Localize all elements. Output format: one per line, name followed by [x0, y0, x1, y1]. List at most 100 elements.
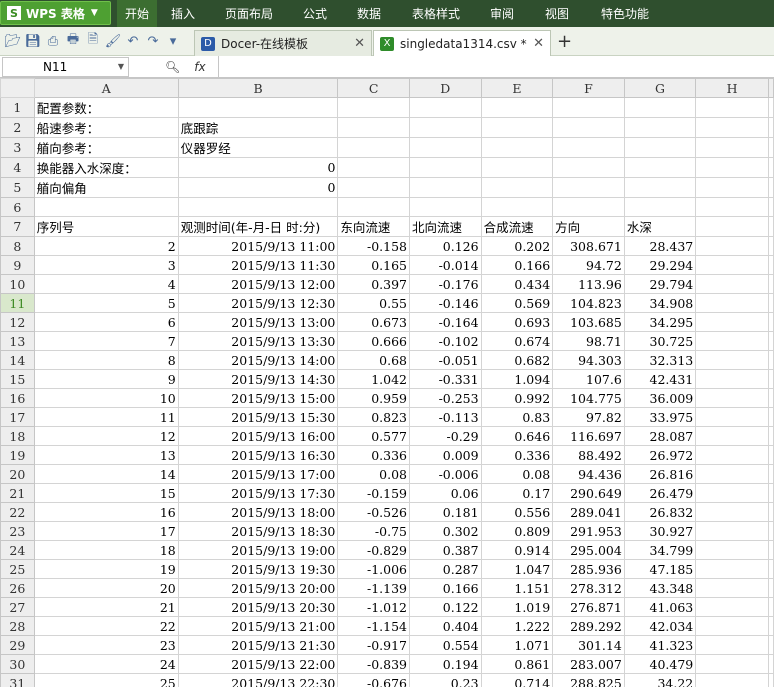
cell[interactable] — [768, 255, 774, 275]
cell[interactable]: 0.387 — [408, 540, 482, 560]
cell[interactable]: 2015/9/13 11:00 — [177, 236, 339, 256]
menu-item-3[interactable]: 公式 — [289, 0, 341, 27]
cell[interactable] — [695, 388, 769, 408]
menu-item-6[interactable]: 审阅 — [475, 0, 529, 27]
cell[interactable]: 0.166 — [408, 578, 482, 598]
cell[interactable]: 0.08 — [337, 464, 410, 484]
cell[interactable]: 0.06 — [408, 483, 482, 503]
cell[interactable] — [768, 157, 774, 178]
menu-item-1[interactable]: 插入 — [157, 0, 209, 27]
cell[interactable]: 2015/9/13 18:30 — [177, 521, 339, 541]
cell[interactable]: 21 — [33, 597, 179, 617]
row-header[interactable]: 9 — [0, 255, 35, 275]
cell[interactable]: -0.113 — [408, 407, 482, 427]
cell[interactable]: 0.861 — [480, 654, 554, 674]
cell[interactable]: 1.047 — [480, 559, 554, 579]
cell[interactable]: 0.165 — [337, 255, 410, 275]
cell[interactable]: 换能器入水深度： — [33, 157, 179, 178]
cell[interactable]: 97.82 — [552, 407, 625, 427]
cell[interactable]: -0.331 — [408, 369, 482, 389]
cell[interactable]: 116.697 — [552, 426, 625, 446]
cell[interactable]: 0.823 — [337, 407, 410, 427]
cell[interactable] — [695, 293, 769, 313]
cell[interactable]: 18 — [33, 540, 179, 560]
cell[interactable]: 34.908 — [623, 293, 697, 313]
cell[interactable] — [552, 197, 625, 217]
cell[interactable] — [768, 483, 774, 503]
cell[interactable]: 291.953 — [552, 521, 625, 541]
cell[interactable] — [695, 274, 769, 294]
cell[interactable]: 42.034 — [623, 616, 697, 636]
cell[interactable] — [768, 293, 774, 313]
cell[interactable] — [695, 464, 769, 484]
cell[interactable]: 2015/9/13 19:00 — [177, 540, 339, 560]
cell[interactable] — [695, 137, 769, 158]
cell[interactable]: 7 — [33, 331, 179, 351]
cell[interactable]: 2015/9/13 21:30 — [177, 635, 339, 655]
cell[interactable] — [768, 117, 774, 138]
cell[interactable] — [768, 97, 774, 118]
cell[interactable] — [695, 521, 769, 541]
cell[interactable]: 40.479 — [623, 654, 697, 674]
cell[interactable]: 0.17 — [480, 483, 554, 503]
row-header[interactable]: 24 — [0, 540, 35, 560]
cell[interactable]: -0.29 — [408, 426, 482, 446]
cell[interactable] — [695, 236, 769, 256]
fx-icon[interactable]: fx — [194, 60, 205, 74]
cell[interactable] — [768, 426, 774, 446]
cell[interactable]: 艏向参考： — [33, 137, 179, 158]
row-header[interactable]: 7 — [0, 216, 35, 237]
cell[interactable]: 30.725 — [623, 331, 697, 351]
column-header-A[interactable]: A — [33, 78, 179, 98]
cell[interactable] — [695, 483, 769, 503]
cell[interactable] — [480, 197, 554, 217]
cell[interactable]: 278.312 — [552, 578, 625, 598]
cell[interactable] — [623, 137, 697, 158]
cell[interactable]: 28.437 — [623, 236, 697, 256]
print-icon[interactable]: 🖶 — [63, 31, 83, 51]
cell[interactable]: 24 — [33, 654, 179, 674]
cell[interactable]: 2015/9/13 15:30 — [177, 407, 339, 427]
cell[interactable]: 0.009 — [408, 445, 482, 465]
cell[interactable]: 2015/9/13 14:00 — [177, 350, 339, 370]
cell[interactable] — [695, 255, 769, 275]
cell[interactable]: 配置参数： — [33, 97, 179, 118]
row-header[interactable]: 26 — [0, 578, 35, 598]
cell[interactable]: 2015/9/13 17:30 — [177, 483, 339, 503]
menu-item-2[interactable]: 页面布局 — [209, 0, 289, 27]
cell[interactable] — [623, 97, 697, 118]
cell[interactable]: 2015/9/13 21:00 — [177, 616, 339, 636]
cell[interactable]: -0.164 — [408, 312, 482, 332]
print-preview-icon[interactable]: 🗎 — [83, 31, 103, 51]
cell[interactable] — [768, 216, 774, 237]
cell[interactable]: 23 — [33, 635, 179, 655]
row-header[interactable]: 15 — [0, 369, 35, 389]
cell[interactable]: 28.087 — [623, 426, 697, 446]
cell[interactable]: 29.794 — [623, 274, 697, 294]
cell[interactable]: 0 — [177, 157, 339, 178]
tab-singledata[interactable]: X singledata1314.csv * ✕ — [373, 30, 551, 56]
cell[interactable] — [337, 137, 410, 158]
cell[interactable]: 9 — [33, 369, 179, 389]
cell[interactable]: 3 — [33, 255, 179, 275]
cell[interactable]: 底跟踪 — [177, 117, 339, 138]
cell[interactable] — [695, 426, 769, 446]
cell[interactable] — [337, 157, 410, 178]
cell[interactable]: 0.646 — [480, 426, 554, 446]
cell[interactable] — [695, 616, 769, 636]
cell[interactable] — [480, 117, 554, 138]
cell[interactable]: 98.71 — [552, 331, 625, 351]
cell[interactable] — [768, 635, 774, 655]
cell[interactable]: 1.019 — [480, 597, 554, 617]
cell[interactable] — [695, 350, 769, 370]
menu-item-8[interactable]: 特色功能 — [585, 0, 665, 27]
cell[interactable]: 94.303 — [552, 350, 625, 370]
row-header[interactable]: 13 — [0, 331, 35, 351]
row-header[interactable]: 12 — [0, 312, 35, 332]
cell[interactable]: 30.927 — [623, 521, 697, 541]
cell[interactable]: 0.202 — [480, 236, 554, 256]
cell[interactable]: 1.151 — [480, 578, 554, 598]
cell[interactable]: 2015/9/13 13:00 — [177, 312, 339, 332]
cell[interactable] — [695, 445, 769, 465]
cell[interactable]: 26.832 — [623, 502, 697, 522]
